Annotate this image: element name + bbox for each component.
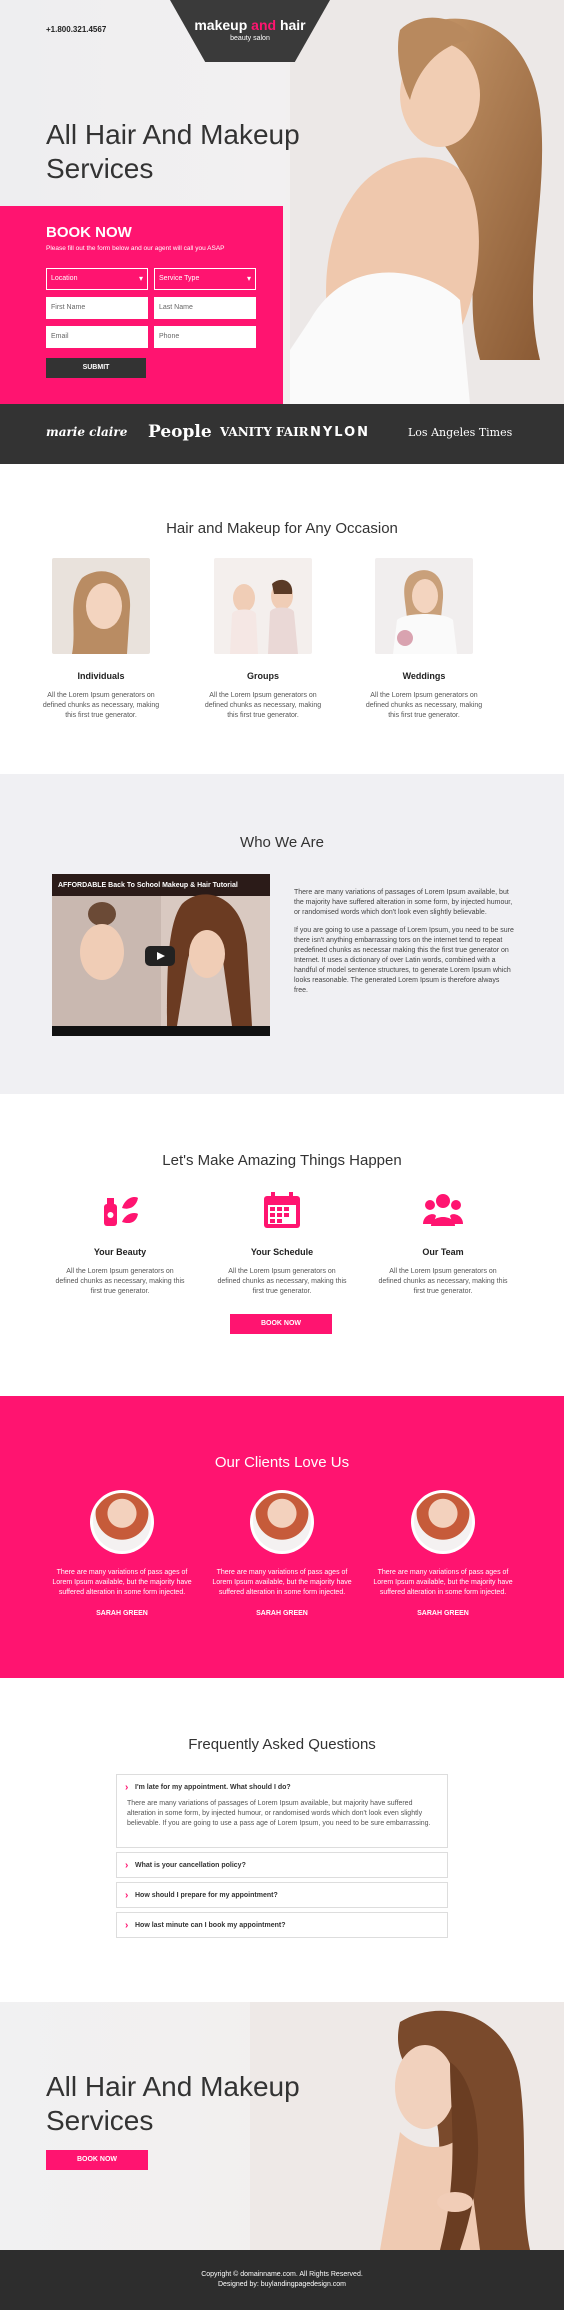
form-row-1: Location Service Type: [46, 268, 268, 290]
feature-name: Your Beauty: [93, 1247, 147, 1257]
who-paragraph-2: If you are going to use a passage of Lor…: [294, 927, 514, 994]
service-type-select[interactable]: Service Type: [154, 268, 256, 290]
first-name-field[interactable]: First Name: [46, 297, 148, 319]
who-we-are-section: Who We Are AFFORDABLE Back To School Mak…: [0, 774, 564, 1094]
faq-question[interactable]: How last minute can I book my appointmen…: [117, 1913, 447, 1931]
feature-text: All the Lorem Ipsum generators on define…: [55, 1268, 185, 1295]
email-field[interactable]: Email: [46, 326, 148, 348]
groups-photo: [214, 558, 312, 654]
form-row-3: Email Phone: [46, 326, 268, 348]
feature-name: Your Schedule: [250, 1247, 314, 1257]
occasion-name: Weddings: [402, 671, 446, 681]
occasions-section: Hair and Makeup for Any Occasion Individ…: [0, 464, 564, 774]
faq-question[interactable]: What is your cancellation policy?: [117, 1853, 447, 1871]
press-bar: marie claire People VANITY FAIR NYLON Lo…: [0, 404, 564, 464]
video-title: AFFORDABLE Back To School Makeup & Hair …: [58, 882, 238, 889]
testimonial-card: There are many variations of pass ages o…: [373, 1490, 513, 1617]
testimonial-name: SARAH GREEN: [417, 1610, 469, 1617]
testimonial-name: SARAH GREEN: [256, 1610, 308, 1617]
features-section: Let's Make Amazing Things Happen Your Be…: [0, 1094, 564, 1396]
individuals-photo: [52, 558, 150, 654]
testimonial-quote: There are many variations of pass ages o…: [52, 1569, 192, 1596]
occasions-title: Hair and Makeup for Any Occasion: [166, 520, 398, 537]
phone-field[interactable]: Phone: [154, 326, 256, 348]
hero-title: All Hair And Makeup Services: [46, 119, 300, 184]
features-title: Let's Make Amazing Things Happen: [162, 1152, 402, 1169]
testimonial-card: There are many variations of pass ages o…: [212, 1490, 352, 1617]
logo-part1: makeup: [194, 17, 252, 33]
hero-section: +1.800.321.4567 makeup and hair beauty s…: [0, 0, 564, 404]
booking-subtitle: Please fill out the form below and our a…: [46, 245, 225, 252]
press-logo-people: People: [148, 422, 212, 442]
beauty-icon: [104, 1197, 138, 1226]
who-paragraph-1: There are many variations of passages of…: [294, 889, 513, 916]
video-player[interactable]: AFFORDABLE Back To School Makeup & Hair …: [52, 874, 270, 1036]
last-name-field[interactable]: Last Name: [154, 297, 256, 319]
logo-subtitle: beauty salon: [230, 35, 270, 42]
hero-model-image: [290, 0, 564, 404]
logo-accent: and: [251, 17, 277, 33]
footer-designed-by[interactable]: Designed by: buylandingpagedesign.com: [0, 2280, 564, 2290]
play-icon[interactable]: [145, 946, 175, 966]
form-row-2: First Name Last Name: [46, 297, 268, 319]
cta-book-now-button[interactable]: BOOK NOW: [46, 2150, 148, 2170]
faq-item[interactable]: How last minute can I book my appointmen…: [116, 1912, 448, 1938]
faq-item-open[interactable]: I'm late for my appointment. What should…: [116, 1774, 448, 1848]
occasion-name: Groups: [246, 671, 279, 681]
faq-item[interactable]: What is your cancellation policy?: [116, 1852, 448, 1878]
testimonial-card: There are many variations of pass ages o…: [52, 1490, 192, 1617]
testimonial-name: SARAH GREEN: [96, 1610, 148, 1617]
press-logo-vanity-fair: VANITY FAIR: [220, 425, 309, 439]
avatar: [90, 1490, 154, 1554]
press-logo-la-times: Los Angeles Times: [408, 426, 513, 439]
occasion-card-individuals: Individuals All the Lorem Ipsum generato…: [43, 558, 159, 721]
faq-item[interactable]: How should I prepare for my appointment?: [116, 1882, 448, 1908]
testimonial-quote: There are many variations of pass ages o…: [212, 1569, 352, 1596]
footer: Copyright © domainname.com. All Rights R…: [0, 2250, 564, 2310]
testimonial-quote: There are many variations of pass ages o…: [373, 1569, 513, 1596]
weddings-photo: [375, 558, 473, 654]
press-logo-nylon: NYLON: [310, 425, 371, 440]
faq-title: Frequently Asked Questions: [188, 1736, 376, 1753]
feature-beauty: Your Beauty All the Lorem Ipsum generato…: [55, 1190, 185, 1297]
location-select[interactable]: Location: [46, 268, 148, 290]
faq-section: Frequently Asked Questions I'm late for …: [0, 1678, 564, 2002]
calendar-icon: [264, 1192, 300, 1228]
faq-question[interactable]: I'm late for my appointment. What should…: [117, 1775, 447, 1793]
faq-question[interactable]: How should I prepare for my appointment?: [117, 1883, 447, 1901]
feature-text: All the Lorem Ipsum generators on define…: [217, 1268, 347, 1295]
cta-section: All Hair And Makeup Services BOOK NOW: [0, 2002, 564, 2250]
testimonials-section: Our Clients Love Us There are many varia…: [0, 1396, 564, 1678]
occasion-card-weddings: Weddings All the Lorem Ipsum generators …: [366, 558, 482, 721]
testimonials-title: Our Clients Love Us: [214, 1454, 350, 1471]
occasion-card-groups: Groups All the Lorem Ipsum generators on…: [205, 558, 321, 721]
who-text: There are many variations of passages of…: [294, 888, 514, 996]
occasion-name: Individuals: [77, 671, 125, 681]
feature-schedule: Your Schedule All the Lorem Ipsum genera…: [217, 1190, 347, 1297]
feature-name: Our Team: [422, 1247, 464, 1257]
book-now-button[interactable]: BOOK NOW: [230, 1314, 332, 1334]
occasion-text: All the Lorem Ipsum generators on define…: [42, 692, 160, 719]
press-logo-marie-claire: marie claire: [46, 425, 128, 439]
logo-part2: hair: [276, 17, 306, 33]
footer-copyright: Copyright © domainname.com. All Rights R…: [201, 2271, 363, 2278]
cta-title: All Hair And Makeup Services: [46, 2071, 300, 2136]
occasion-text: All the Lorem Ipsum generators on define…: [204, 692, 322, 719]
submit-button[interactable]: SUBMIT: [46, 358, 146, 378]
phone-number[interactable]: +1.800.321.4567: [46, 25, 106, 34]
avatar: [411, 1490, 475, 1554]
feature-team: Our Team All the Lorem Ipsum generators …: [378, 1190, 508, 1297]
avatar: [250, 1490, 314, 1554]
team-icon: [423, 1194, 463, 1226]
occasion-text: All the Lorem Ipsum generators on define…: [365, 692, 483, 719]
logo-title: makeup and hair: [170, 17, 330, 33]
who-title: Who We Are: [240, 834, 324, 851]
booking-title: BOOK NOW: [46, 224, 132, 241]
feature-text: All the Lorem Ipsum generators on define…: [378, 1268, 508, 1295]
faq-answer: There are many variations of passages of…: [127, 1800, 431, 1827]
